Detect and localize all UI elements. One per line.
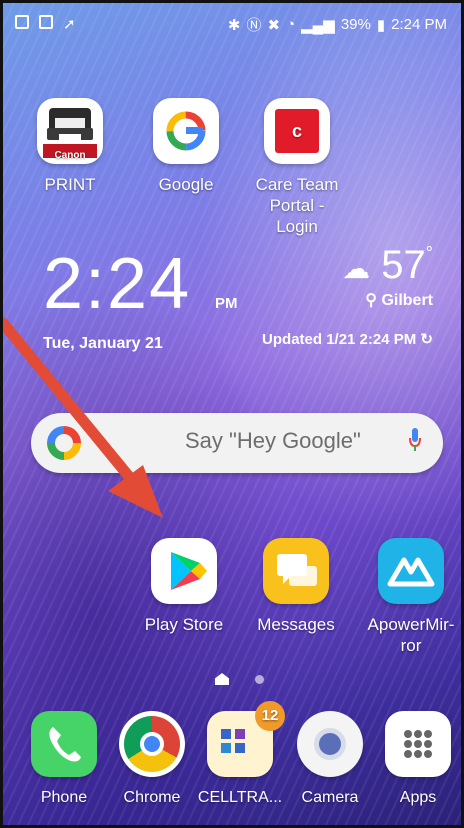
play-store-icon	[151, 538, 217, 604]
dock-phone[interactable]: Phone	[19, 711, 109, 808]
phone-icon	[31, 711, 97, 777]
dock-chrome[interactable]: Chrome	[107, 711, 197, 808]
app-label: CELLTRA...	[197, 789, 283, 806]
page-indicator[interactable]	[215, 673, 264, 685]
app-label: Phone	[40, 789, 88, 806]
folder-icon: 12	[207, 701, 285, 777]
app-messages[interactable]: Messages	[251, 538, 341, 635]
dock-apps[interactable]: Apps	[373, 711, 461, 808]
camera-icon	[297, 711, 363, 777]
apowermirror-icon	[378, 538, 444, 604]
app-label: Messages	[257, 615, 335, 634]
notification-badge: 12	[255, 701, 285, 731]
dock: Phone Chrome 12 CELLTRA... Camera Apps	[3, 701, 461, 825]
home-page-indicator-icon	[215, 673, 229, 685]
phone-screen: ➚ ✱ Ⓝ ✖ ◔ ▂▄▆ 39% ▮ 2:24 PM Canon PRINT	[0, 0, 464, 828]
app-label: Camera	[301, 789, 359, 806]
dock-celltrak-folder[interactable]: 12 CELLTRA...	[195, 701, 285, 808]
chrome-icon	[119, 711, 185, 777]
apps-grid-icon	[385, 711, 451, 777]
app-apowermirror[interactable]: ApowerMir- ror	[361, 538, 461, 656]
app-label: Chrome	[123, 789, 181, 806]
dock-camera[interactable]: Camera	[285, 711, 375, 808]
app-play-store[interactable]: Play Store	[139, 538, 229, 635]
app-label: Apps	[399, 789, 437, 806]
messages-icon	[263, 538, 329, 604]
app-label: ApowerMir- ror	[367, 615, 455, 655]
app-label: Play Store	[144, 615, 224, 634]
page-dot	[255, 674, 264, 684]
